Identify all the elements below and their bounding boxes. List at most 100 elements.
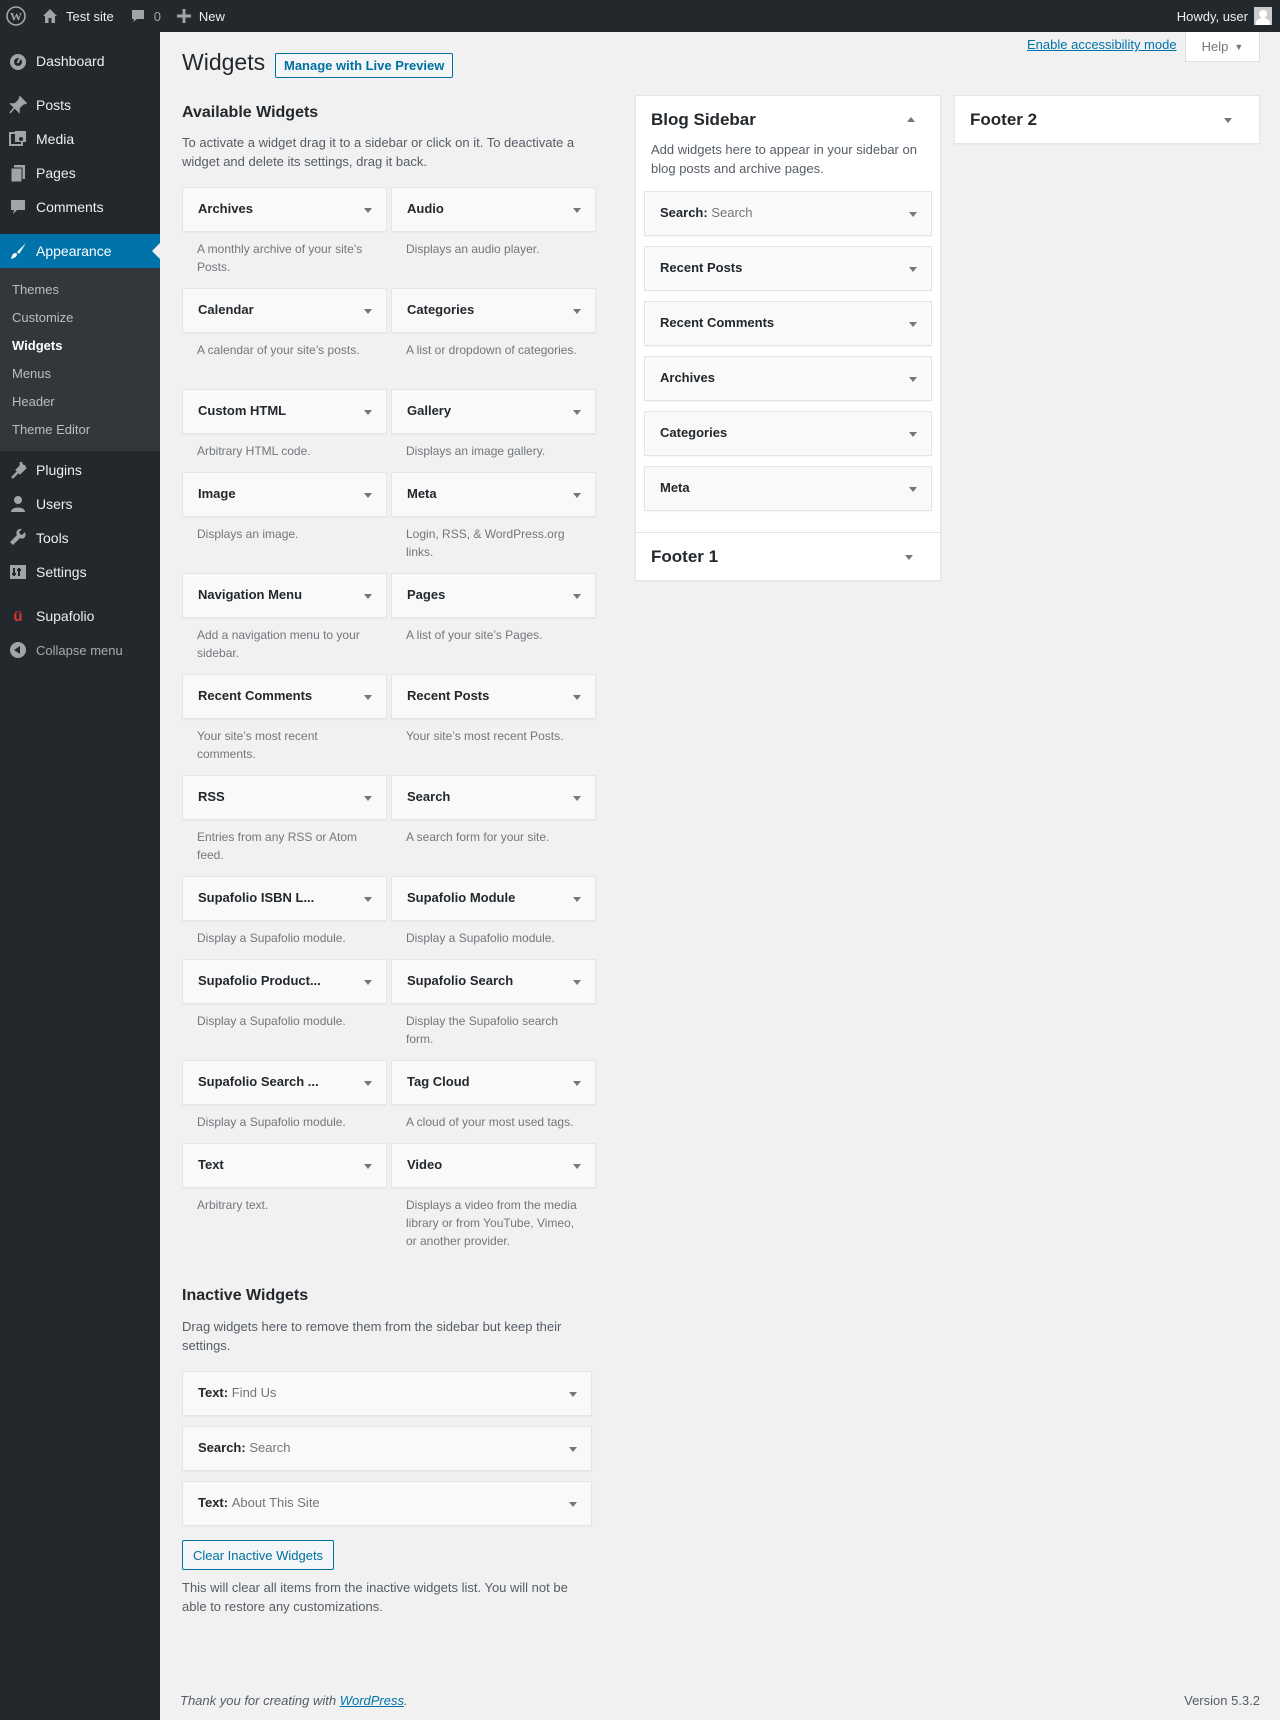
widget-item[interactable]: Gallery xyxy=(391,389,596,434)
widget-item[interactable]: Tag Cloud xyxy=(391,1060,596,1105)
expand-down-icon[interactable] xyxy=(573,410,581,415)
wordpress-logo-icon[interactable]: W xyxy=(0,0,34,32)
menu-item-users[interactable]: Users xyxy=(0,487,160,521)
expand-down-icon[interactable] xyxy=(909,322,917,327)
expand-down-icon[interactable] xyxy=(573,1081,581,1086)
sidebar-widget-item[interactable]: Meta xyxy=(644,466,932,511)
widget-item[interactable]: Supafolio Product... xyxy=(182,959,387,1004)
accessibility-mode-link[interactable]: Enable accessibility mode xyxy=(1027,37,1177,52)
expand-down-icon[interactable] xyxy=(364,410,372,415)
comments-link[interactable]: 0 xyxy=(122,0,169,32)
clear-inactive-widgets-button[interactable]: Clear Inactive Widgets xyxy=(182,1540,335,1570)
widget-item[interactable]: Text xyxy=(182,1143,387,1188)
collapse-up-icon[interactable] xyxy=(907,117,915,122)
expand-down-icon[interactable] xyxy=(364,980,372,985)
expand-down-icon[interactable] xyxy=(573,594,581,599)
site-name-link[interactable]: Test site xyxy=(34,0,122,32)
widget-item[interactable]: Custom HTML xyxy=(182,389,387,434)
menu-item-supafolio[interactable]: ü Supafolio xyxy=(0,599,160,633)
expand-down-icon[interactable] xyxy=(364,796,372,801)
widget-item[interactable]: Video xyxy=(391,1143,596,1188)
expand-down-icon[interactable] xyxy=(364,1081,372,1086)
account-menu[interactable]: Howdy, user xyxy=(1177,0,1280,32)
widget-item[interactable]: Meta xyxy=(391,472,596,517)
expand-down-icon[interactable] xyxy=(909,432,917,437)
expand-down-icon[interactable] xyxy=(573,493,581,498)
expand-down-icon[interactable] xyxy=(364,897,372,902)
widget-item[interactable]: Calendar xyxy=(182,288,387,333)
expand-down-icon[interactable] xyxy=(364,594,372,599)
menu-item-dashboard[interactable]: Dashboard xyxy=(0,44,160,78)
expand-down-icon[interactable] xyxy=(364,695,372,700)
expand-down-icon[interactable] xyxy=(364,208,372,213)
expand-down-icon[interactable] xyxy=(569,1502,577,1507)
version-text: Version 5.3.2 xyxy=(1184,1693,1260,1708)
expand-down-icon[interactable] xyxy=(573,897,581,902)
widget-item[interactable]: RSS xyxy=(182,775,387,820)
expand-down-icon[interactable] xyxy=(573,208,581,213)
expand-down-icon[interactable] xyxy=(909,487,917,492)
sidebar-widget-item[interactable]: Search: Search xyxy=(644,191,932,236)
widget-item[interactable]: Categories xyxy=(391,288,596,333)
widget-item[interactable]: Search xyxy=(391,775,596,820)
widget-title: Supafolio ISBN L... xyxy=(198,890,314,905)
widget-item[interactable]: Audio xyxy=(391,187,596,232)
live-preview-button[interactable]: Manage with Live Preview xyxy=(275,53,454,78)
menu-item-pages[interactable]: Pages xyxy=(0,156,160,190)
widget-item[interactable]: Recent Posts xyxy=(391,674,596,719)
sidebar-widget-item[interactable]: Archives xyxy=(644,356,932,401)
inactive-widget-item[interactable]: Text: Find Us xyxy=(182,1371,592,1416)
widget-item[interactable]: Supafolio Module xyxy=(391,876,596,921)
expand-down-icon[interactable] xyxy=(573,980,581,985)
widget-item[interactable]: Supafolio Search xyxy=(391,959,596,1004)
expand-down-icon[interactable] xyxy=(364,1164,372,1169)
expand-down-icon[interactable] xyxy=(573,796,581,801)
expand-down-icon[interactable] xyxy=(909,377,917,382)
widget-item[interactable]: Recent Comments xyxy=(182,674,387,719)
widget-item[interactable]: Pages xyxy=(391,573,596,618)
widget-item[interactable]: Navigation Menu xyxy=(182,573,387,618)
expand-down-icon[interactable] xyxy=(905,555,913,560)
menu-item-appearance[interactable]: Appearance xyxy=(0,234,160,268)
menu-item-comments[interactable]: Comments xyxy=(0,190,160,224)
sidebar-widget-item[interactable]: Recent Posts xyxy=(644,246,932,291)
expand-down-icon[interactable] xyxy=(364,309,372,314)
footer-2-area[interactable]: Footer 2 xyxy=(954,95,1260,144)
widget-title: Tag Cloud xyxy=(407,1074,470,1089)
new-content-link[interactable]: New xyxy=(169,0,233,32)
widget-item[interactable]: Supafolio ISBN L... xyxy=(182,876,387,921)
expand-down-icon[interactable] xyxy=(569,1392,577,1397)
expand-down-icon[interactable] xyxy=(364,493,372,498)
footer-1-area[interactable]: Footer 1 xyxy=(635,532,941,581)
menu-item-posts[interactable]: Posts xyxy=(0,88,160,122)
inactive-widget-item[interactable]: Search: Search xyxy=(182,1426,592,1471)
help-tab-button[interactable]: Help ▼ xyxy=(1185,32,1260,62)
submenu-item-theme-editor[interactable]: Theme Editor xyxy=(0,415,160,443)
submenu-item-header[interactable]: Header xyxy=(0,387,160,415)
submenu-item-menus[interactable]: Menus xyxy=(0,359,160,387)
menu-item-tools[interactable]: Tools xyxy=(0,521,160,555)
menu-item-media[interactable]: Media xyxy=(0,122,160,156)
collapse-menu-button[interactable]: Collapse menu xyxy=(0,633,160,667)
expand-down-icon[interactable] xyxy=(573,1164,581,1169)
sidebar-widget-item[interactable]: Categories xyxy=(644,411,932,456)
widget-title-text: Video xyxy=(407,1157,443,1172)
inactive-widget-item[interactable]: Text: About This Site xyxy=(182,1481,592,1526)
submenu-item-widgets[interactable]: Widgets xyxy=(0,331,160,359)
expand-down-icon[interactable] xyxy=(909,267,917,272)
widget-item[interactable]: Image xyxy=(182,472,387,517)
expand-down-icon[interactable] xyxy=(1224,118,1232,123)
wordpress-link[interactable]: WordPress xyxy=(340,1693,404,1708)
menu-item-plugins[interactable]: Plugins xyxy=(0,453,160,487)
expand-down-icon[interactable] xyxy=(573,309,581,314)
widget-item[interactable]: Archives xyxy=(182,187,387,232)
menu-item-settings[interactable]: Settings xyxy=(0,555,160,589)
widget-item[interactable]: Supafolio Search ... xyxy=(182,1060,387,1105)
expand-down-icon[interactable] xyxy=(909,212,917,217)
sidebar-widget-item[interactable]: Recent Comments xyxy=(644,301,932,346)
submenu-item-customize[interactable]: Customize xyxy=(0,303,160,331)
expand-down-icon[interactable] xyxy=(569,1447,577,1452)
expand-down-icon[interactable] xyxy=(573,695,581,700)
widget-title-text: Supafolio Search ... xyxy=(198,1074,319,1089)
submenu-item-themes[interactable]: Themes xyxy=(0,275,160,303)
